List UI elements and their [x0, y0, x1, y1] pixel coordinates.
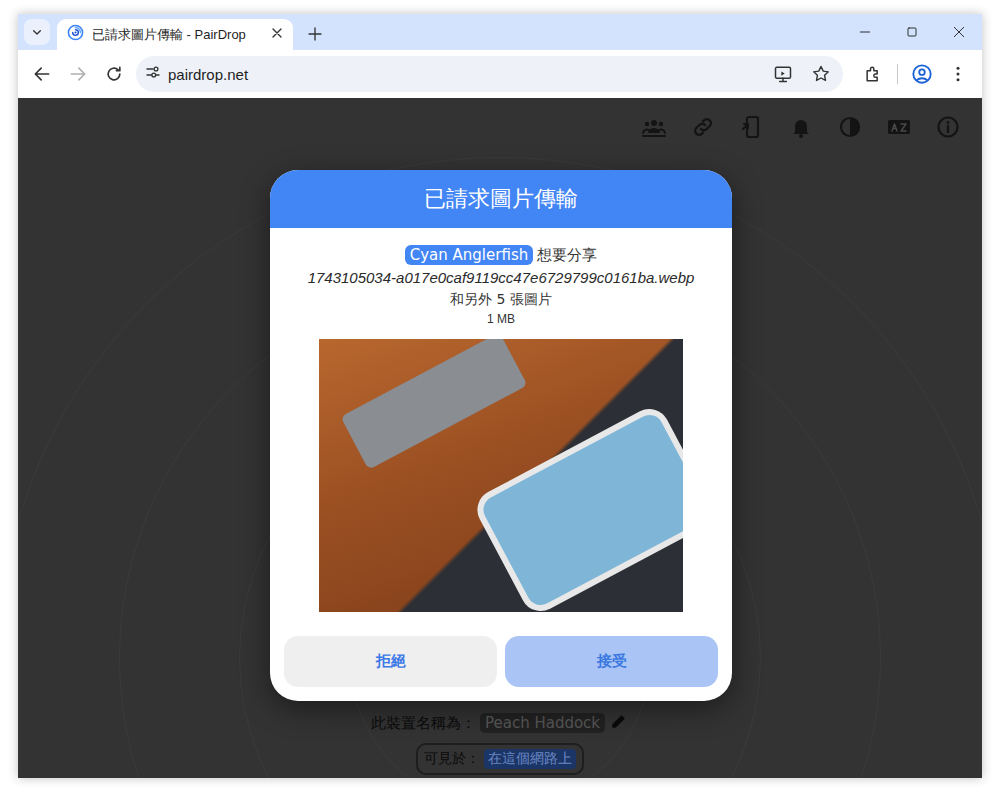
dialog-buttons: 拒絕接受	[270, 636, 732, 701]
page-content: 此裝置名稱為：Peach Haddock可見於：在這個網路上已請求圖片傳輸Cya…	[18, 98, 982, 778]
link-icon[interactable]	[691, 115, 715, 139]
forward-icon	[62, 58, 94, 90]
browser-tab[interactable]: 已請求圖片傳輸 - PairDrop	[57, 19, 293, 50]
back-icon[interactable]	[32, 64, 52, 84]
profile-icon[interactable]	[911, 63, 933, 85]
tab-search-icon[interactable]	[24, 19, 50, 45]
pairdrop-logo-icon	[67, 24, 84, 41]
close-tab-icon[interactable]	[269, 25, 285, 45]
action-text: 想要分享	[537, 243, 597, 267]
browser-window: 已請求圖片傳輸 - PairDrop pairdrop.net 此裝置名稱為：Pea…	[18, 14, 982, 778]
profile-icon[interactable]	[906, 58, 938, 90]
visibility-box: 可見於：在這個網路上	[416, 743, 584, 775]
new-tab-icon[interactable]	[301, 20, 329, 48]
close-window-icon[interactable]	[951, 24, 967, 40]
reload-icon[interactable]	[104, 64, 124, 84]
dialog-title: 已請求圖片傳輸	[270, 170, 732, 228]
notification-bell-icon[interactable]	[789, 115, 813, 139]
device-name-row: 此裝置名稱為：Peach Haddock	[371, 711, 629, 735]
reload-icon[interactable]	[98, 58, 130, 90]
image-preview	[319, 339, 683, 612]
visibility-badge: 在這個網路上	[484, 749, 576, 769]
window-controls	[841, 14, 982, 50]
link-icon[interactable]	[691, 115, 715, 139]
file-name: 1743105034-a017e0caf9119cc47e6729799c016…	[308, 267, 695, 289]
tab-title: 已請求圖片傳輸 - PairDrop	[92, 26, 261, 44]
theme-contrast-icon[interactable]	[838, 115, 862, 139]
toolbar: pairdrop.net	[18, 50, 982, 98]
bookmark-star-icon[interactable]	[811, 64, 831, 84]
back-icon[interactable]	[26, 58, 58, 90]
maximize-icon[interactable]	[888, 14, 935, 50]
tab-search-icon[interactable]	[29, 24, 45, 40]
toolbar-divider	[897, 64, 898, 84]
minimize-icon[interactable]	[857, 24, 873, 40]
accept-button[interactable]: 接受	[505, 636, 718, 687]
decline-button[interactable]: 拒絕	[284, 636, 497, 687]
pair-device-icon[interactable]	[740, 115, 764, 139]
tab-bar: 已請求圖片傳輸 - PairDrop	[18, 14, 982, 50]
header-icons	[18, 98, 982, 139]
minimize-icon[interactable]	[841, 14, 888, 50]
site-info-icon[interactable]	[144, 63, 162, 85]
device-name[interactable]: Peach Haddock	[480, 713, 605, 733]
forward-icon	[68, 64, 88, 84]
language-icon[interactable]	[887, 115, 911, 139]
bookmark-star-icon[interactable]	[805, 58, 837, 90]
transfer-request-dialog: 已請求圖片傳輸Cyan Anglerfish想要分享1743105034-a01…	[270, 170, 732, 701]
sender-line: Cyan Anglerfish想要分享	[405, 243, 597, 267]
url-text[interactable]: pairdrop.net	[168, 66, 761, 83]
cast-icon[interactable]	[767, 58, 799, 90]
cast-icon[interactable]	[773, 64, 793, 84]
device-footer: 此裝置名稱為：Peach Haddock可見於：在這個網路上	[18, 711, 982, 778]
new-tab-icon[interactable]	[306, 25, 324, 43]
file-size: 1 MB	[487, 309, 515, 329]
people-icon[interactable]	[642, 115, 666, 139]
people-icon[interactable]	[642, 115, 666, 139]
extensions-icon[interactable]	[857, 58, 889, 90]
sender-badge: Cyan Anglerfish	[405, 245, 533, 265]
edit-pencil-icon[interactable]	[609, 711, 629, 735]
address-bar[interactable]: pairdrop.net	[136, 56, 843, 92]
menu-icon[interactable]	[948, 64, 968, 84]
visibility-label: 可見於：	[424, 750, 480, 768]
theme-contrast-icon[interactable]	[838, 115, 862, 139]
close-window-icon[interactable]	[935, 14, 982, 50]
info-icon[interactable]	[936, 115, 960, 139]
more-files: 和另外 5 張圖片	[450, 289, 552, 309]
close-tab-icon[interactable]	[269, 25, 285, 41]
site-info-icon[interactable]	[144, 63, 162, 81]
menu-icon[interactable]	[942, 58, 974, 90]
pair-device-icon[interactable]	[740, 115, 764, 139]
notification-bell-icon[interactable]	[789, 115, 813, 139]
language-icon[interactable]	[887, 115, 911, 139]
device-label: 此裝置名稱為：	[371, 714, 476, 733]
maximize-icon[interactable]	[904, 24, 920, 40]
dialog-body: Cyan Anglerfish想要分享1743105034-a017e0caf9…	[270, 228, 732, 636]
extensions-icon[interactable]	[863, 64, 883, 84]
edit-pencil-icon[interactable]	[609, 711, 629, 731]
pairdrop-logo-icon	[67, 24, 84, 45]
info-icon[interactable]	[936, 115, 960, 139]
